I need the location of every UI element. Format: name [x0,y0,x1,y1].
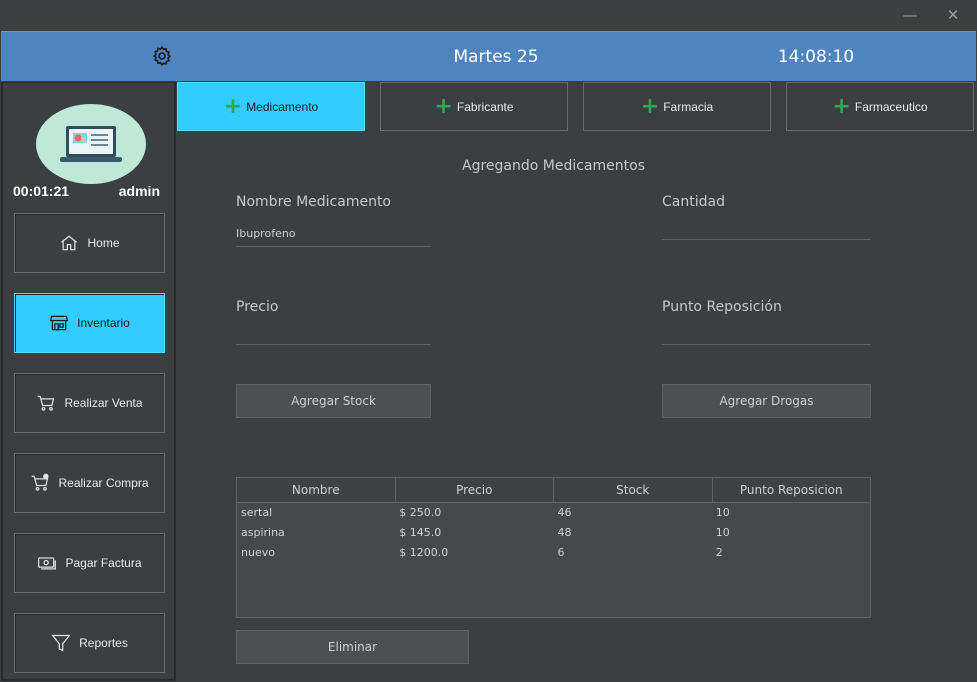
column-header[interactable]: Precio [396,478,554,502]
table-cell: $ 1200.0 [399,546,449,559]
current-date: Martes 25 [453,47,539,67]
eliminar-button[interactable]: Eliminar [236,630,469,664]
table-row[interactable]: sertal $ 250.0 46 10 [237,503,870,523]
table-cell: 48 [557,526,572,539]
sidebar-item-label: Reportes [79,636,128,650]
medicamentos-table[interactable]: Nombre Precio Stock Punto Reposicion ser… [236,477,871,618]
session-timer: 00:01:21 [13,183,70,199]
minimize-button[interactable]: — [895,4,925,26]
column-header[interactable]: Nombre [237,478,396,502]
cart-icon [38,395,55,411]
table-cell: 10 [715,506,730,519]
sidebar-item-realizar-venta[interactable]: Realizar Venta [14,373,165,433]
avatar [36,104,146,184]
sidebar-item-label: Inventario [77,316,130,330]
nombre-input[interactable]: Ibuprofeno [236,225,431,247]
tab-label: Farmaceutico [854,99,928,114]
close-button[interactable]: ✕ [938,4,968,26]
sidebar-item-realizar-compra[interactable]: Realizar Compra [14,453,165,513]
agregar-drogas-button[interactable]: Agregar Drogas [662,384,871,418]
sidebar-item-home[interactable]: Home [14,213,165,273]
tab-label: Farmacia [663,99,714,114]
sidebar: 00:01:21 admin Home Inventario Realizar … [1,82,176,681]
table-row[interactable]: aspirina $ 145.0 48 10 [237,523,870,543]
table-row[interactable]: nuevo $ 1200.0 6 2 [237,543,870,563]
filter-icon [51,634,71,652]
plus-icon: + [223,93,243,119]
table-cell: 6 [557,546,565,559]
sidebar-item-pagar-factura[interactable]: Pagar Factura [14,533,165,593]
precio-label: Precio [236,299,279,315]
title-bar: — ✕ [0,0,977,31]
punto-reposicion-input[interactable] [662,323,871,345]
cantidad-label: Cantidad [662,194,725,210]
tab-farmaceutico[interactable]: + Farmaceutico [786,82,974,131]
plus-icon: + [832,93,851,119]
home-icon [61,235,78,251]
table-cell: $ 250.0 [399,506,442,519]
money-icon [38,557,57,570]
table-cell: $ 145.0 [399,526,442,539]
table-header: Nombre Precio Stock Punto Reposicion [237,478,870,503]
sidebar-item-label: Home [87,236,120,250]
tab-fabricante[interactable]: + Fabricante [380,82,568,131]
username: admin [118,183,160,199]
tab-label: Medicamento [246,99,319,114]
current-time: 14:08:10 [777,47,855,67]
plus-icon: + [434,93,453,119]
table-cell: 2 [715,546,723,559]
table-cell: 46 [557,506,572,519]
table-cell: sertal [241,506,273,519]
app-window: — ✕ Martes 25 14:08:10 00:01:21 admin Ho… [0,0,977,682]
form-title: Agregando Medicamentos [462,158,645,174]
agregar-stock-button[interactable]: Agregar Stock [236,384,431,418]
plus-icon: + [640,93,660,119]
table-cell: aspirina [241,526,285,539]
cart-plus-icon [32,473,50,491]
nombre-label: Nombre Medicamento [236,194,391,210]
cantidad-input[interactable] [662,218,871,240]
sidebar-item-inventario[interactable]: Inventario [14,293,165,353]
table-cell: 10 [715,526,730,539]
sidebar-item-label: Realizar Compra [58,476,149,490]
laptop-icon [60,126,122,162]
tab-medicamento[interactable]: + Medicamento [177,82,365,131]
tab-farmacia[interactable]: + Farmacia [583,82,771,131]
sidebar-item-label: Pagar Factura [65,556,142,570]
sidebar-item-reportes[interactable]: Reportes [14,613,165,673]
precio-input[interactable] [236,323,431,345]
store-icon [50,315,69,331]
column-header[interactable]: Stock [554,478,713,502]
table-cell: nuevo [241,546,275,559]
gear-icon[interactable] [151,45,173,67]
tab-label: Fabricante [456,99,514,114]
column-header[interactable]: Punto Reposicion [713,478,871,502]
sidebar-item-label: Realizar Venta [64,396,143,410]
header-bar: Martes 25 14:08:10 [1,31,976,81]
punto-reposicion-label: Punto Reposición [662,299,782,315]
